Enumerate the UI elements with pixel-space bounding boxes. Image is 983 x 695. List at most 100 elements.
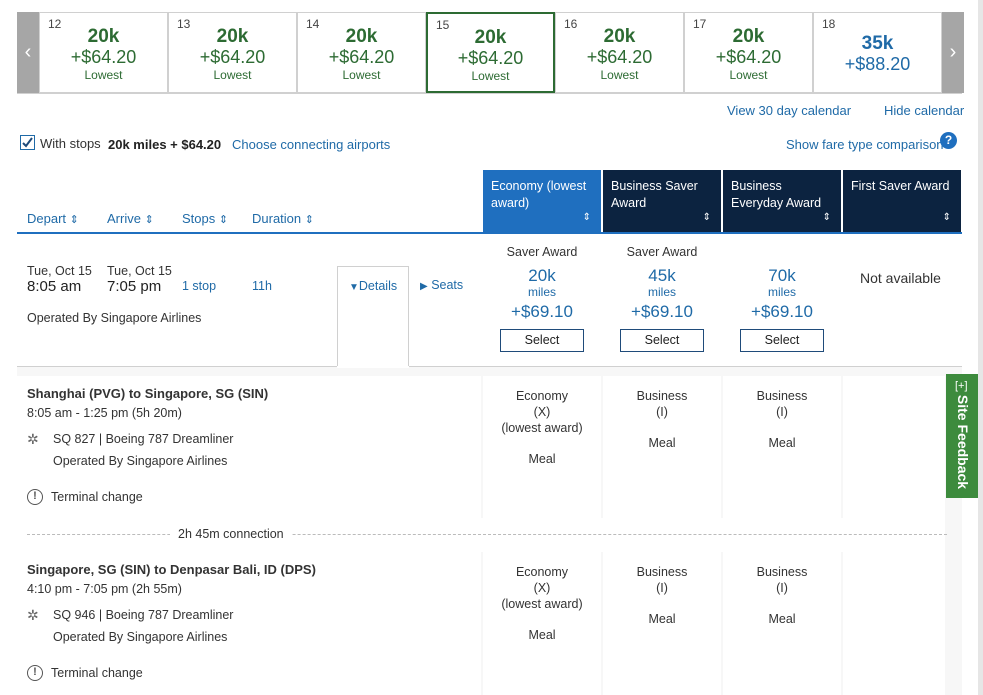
with-stops-label: With stops (40, 136, 101, 151)
fare-business-everyday: 70k miles +$69.10 (722, 266, 842, 322)
stops-link[interactable]: 1 stop (182, 279, 216, 293)
fare-tax: +$69.10 (511, 302, 573, 321)
fare-header-business-saver[interactable]: Business Saver Award ⇕ (603, 170, 721, 234)
fare-miles: 20k (528, 266, 556, 285)
seats-link[interactable]: ▶ Seats (420, 278, 463, 292)
sort-arrive[interactable]: Arrive ⇕ (107, 211, 154, 226)
sort-icon: ⇕ (218, 214, 229, 226)
sort-icon: ⇕ (69, 214, 79, 226)
calendar-day-tax: +$64.20 (70, 47, 137, 67)
sort-icon: ⇕ (942, 212, 951, 223)
calendar-prev-arrow[interactable]: ‹ (17, 12, 39, 93)
segment-route: Singapore, SG (SIN) to Denpasar Bali, ID… (27, 562, 316, 577)
choose-connecting-airports-link[interactable]: Choose connecting airports (232, 137, 390, 152)
fare-unit: miles (527, 285, 556, 299)
fare-tax: +$69.10 (751, 302, 813, 321)
calendar-day-tax: +$64.20 (586, 47, 653, 67)
fare-unit: miles (767, 285, 796, 299)
calendar-day-number: 18 (822, 17, 836, 31)
warning-icon: ! (27, 665, 43, 681)
calendar-day-note: Lowest (213, 68, 252, 82)
sort-icon: ⇕ (304, 214, 314, 226)
cabin-info: Economy (X) (lowest award) Meal (501, 389, 583, 466)
fare-miles: 70k (768, 266, 796, 285)
caret-down-icon: ▼ (349, 282, 359, 293)
feedback-expand-icon: [+] (955, 380, 968, 392)
calendar-day-miles: 20k (474, 27, 507, 48)
fare-type-comparison-link[interactable]: Show fare type comparison (786, 137, 944, 152)
fare-miles: 45k (648, 266, 676, 285)
star-alliance-icon: ✲ (27, 607, 39, 623)
warning-icon: ! (27, 489, 43, 505)
fare-type-label: Saver Award (626, 245, 698, 259)
cabin-info: Business (I) Meal (636, 565, 688, 626)
details-tab[interactable]: ▼Details (337, 266, 409, 367)
help-icon[interactable]: ? (940, 132, 957, 149)
calendar-day-miles: 20k (732, 26, 765, 47)
sort-icon: ⇕ (822, 212, 831, 223)
calendar-day-14[interactable]: 14 20k +$64.20 Lowest (297, 12, 426, 93)
calendar-day-tax: +$64.20 (328, 47, 395, 67)
calendar-day-miles: 20k (603, 26, 636, 47)
calendar-day-tax: +$64.20 (715, 47, 782, 67)
terminal-change: Terminal change (51, 490, 143, 504)
details-tab-join (337, 366, 409, 368)
hide-calendar-link[interactable]: Hide calendar (884, 103, 964, 118)
fare-business-saver: 45k miles +$69.10 (602, 266, 722, 322)
calendar-day-18[interactable]: 18 35k +$88.20 (813, 12, 942, 93)
calendar-day-miles: 35k (861, 33, 894, 54)
segment-times: 4:10 pm - 7:05 pm (2h 55m) (27, 582, 182, 596)
fare-unit: miles (647, 285, 676, 299)
calendar-day-miles: 20k (216, 26, 249, 47)
fare-header-first-saver[interactable]: First Saver Award ⇕ (843, 170, 961, 234)
calendar-divider (17, 93, 962, 94)
sort-depart[interactable]: Depart ⇕ (27, 211, 79, 226)
fare-header-economy[interactable]: Economy (lowest award) ⇕ (483, 170, 601, 234)
calendar-day-miles: 20k (87, 26, 120, 47)
fare-header-business-everyday[interactable]: Business Everyday Award ⇕ (723, 170, 841, 234)
terminal-change: Terminal change (51, 666, 143, 680)
fare-economy: 20k miles +$69.10 (482, 266, 602, 322)
sort-stops[interactable]: Stops ⇕ (182, 211, 228, 226)
calendar-day-note: Lowest (471, 69, 510, 83)
scrollbar[interactable] (978, 0, 983, 695)
calendar-day-13[interactable]: 13 20k +$64.20 Lowest (168, 12, 297, 93)
calendar-day-12[interactable]: 12 20k +$64.20 Lowest (39, 12, 168, 93)
calendar-next-arrow[interactable]: › (942, 12, 964, 93)
arrive-date: Tue, Oct 15 (107, 264, 172, 278)
feedback-label: Site Feedback (955, 394, 971, 490)
cabin-info: Economy (X) (lowest award) Meal (501, 565, 583, 642)
site-feedback-tab[interactable]: [+] Site Feedback (946, 374, 978, 498)
depart-date: Tue, Oct 15 (27, 264, 92, 278)
segment-operated: Operated By Singapore Airlines (53, 454, 228, 468)
with-stops-checkbox[interactable] (20, 135, 35, 150)
calendar-day-note: Lowest (600, 68, 639, 82)
calendar-day-tax: +$88.20 (844, 54, 911, 74)
cabin-info: Business (I) Meal (636, 389, 688, 450)
fare-type-label: Saver Award (506, 245, 578, 259)
segment-times: 8:05 am - 1:25 pm (5h 20m) (27, 406, 182, 420)
select-business-everyday-button[interactable]: Select (740, 329, 824, 352)
select-economy-button[interactable]: Select (500, 329, 584, 352)
first-saver-status: Not available (860, 270, 941, 286)
star-alliance-icon: ✲ (27, 431, 39, 447)
calendar-day-miles: 20k (345, 26, 378, 47)
view-30-day-calendar-link[interactable]: View 30 day calendar (727, 103, 851, 118)
calendar-day-15-selected[interactable]: 15 20k +$64.20 Lowest (426, 12, 555, 93)
calendar-day-note: Lowest (84, 68, 123, 82)
select-business-saver-button[interactable]: Select (620, 329, 704, 352)
sort-duration[interactable]: Duration ⇕ (252, 211, 314, 226)
connection-line (27, 534, 947, 535)
calendar-day-16[interactable]: 16 20k +$64.20 Lowest (555, 12, 684, 93)
segment-flight: SQ 946 | Boeing 787 Dreamliner (53, 608, 234, 622)
calendar-day-note: Lowest (729, 68, 768, 82)
segment-operated: Operated By Singapore Airlines (53, 630, 228, 644)
sort-icon: ⇕ (582, 212, 591, 223)
calendar-day-note: Lowest (342, 68, 381, 82)
cabin-info: Business (I) Meal (756, 389, 808, 450)
header-underline (17, 232, 962, 234)
fare-tax: +$69.10 (631, 302, 693, 321)
segment-flight: SQ 827 | Boeing 787 Dreamliner (53, 432, 234, 446)
calendar-day-17[interactable]: 17 20k +$64.20 Lowest (684, 12, 813, 93)
segment-route: Shanghai (PVG) to Singapore, SG (SIN) (27, 386, 269, 401)
